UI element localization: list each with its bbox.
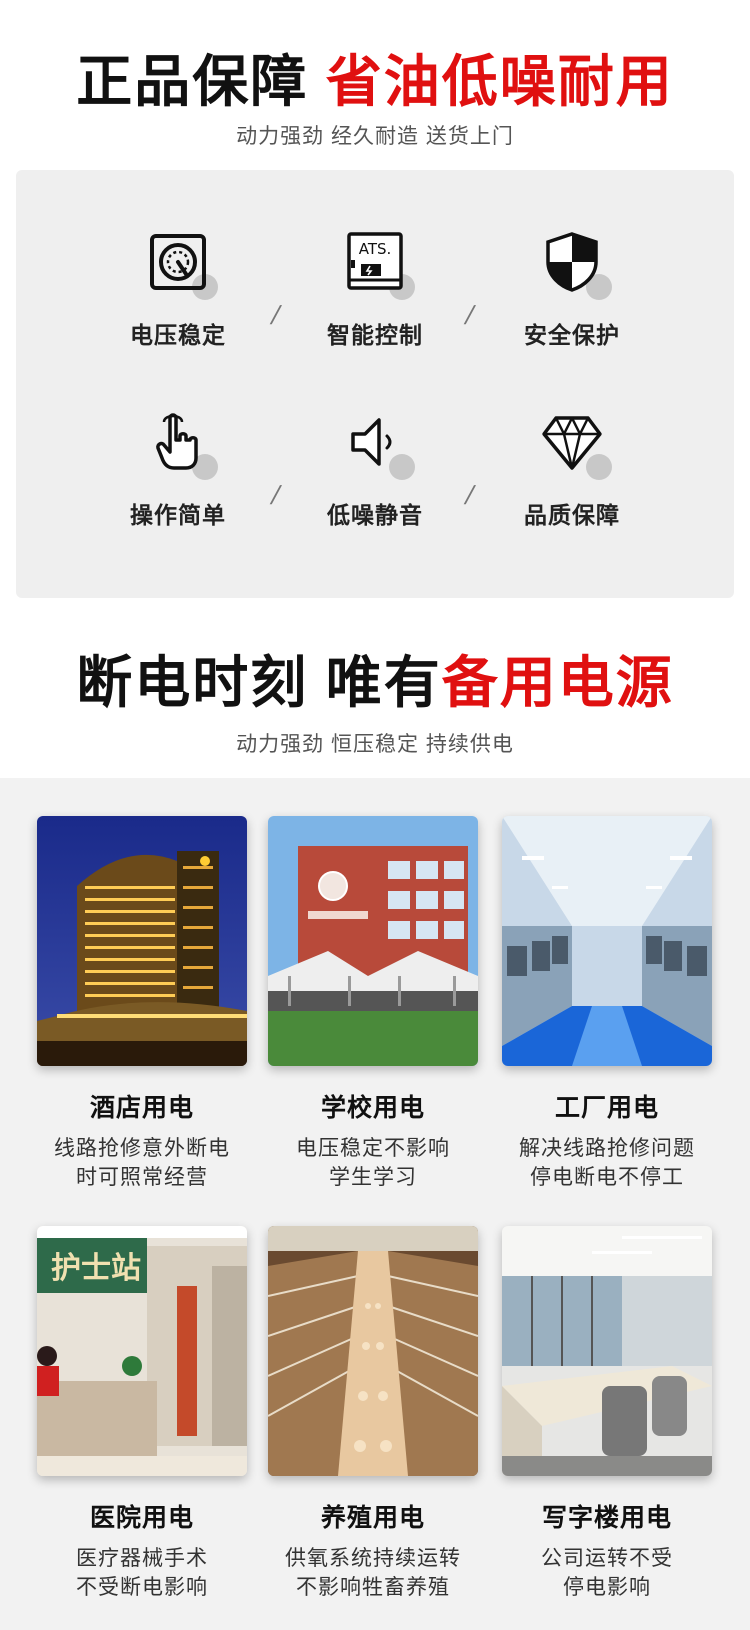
scene-hotel: 酒店用电 线路抢修意外断电 时可照常经营 — [37, 816, 247, 1192]
office-photo — [502, 1226, 712, 1476]
feature-label: 低噪静音 — [327, 502, 423, 528]
feature-label: 电压稳定 — [130, 322, 226, 348]
scene-name: 写字楼用电 — [541, 1504, 672, 1532]
scene-desc-line: 线路抢修意外断电 — [54, 1137, 230, 1160]
scene-school: 学校用电 电压稳定不影响 学生学习 — [268, 816, 478, 1192]
section2-subtitle: 动力强劲 恒压稳定 持续供电 — [236, 733, 514, 756]
feature-safety: 安全保护 — [472, 230, 672, 350]
page: 正品保障 省油低噪耐用 动力强劲 经久耐造 送货上门 电压稳定 / ATS. 智… — [0, 0, 750, 1630]
feature-easy-operation: 操作简单 — [78, 410, 278, 530]
scene-name: 学校用电 — [320, 1094, 425, 1122]
scene-desc-line: 时可照常经营 — [76, 1166, 208, 1189]
scene-description: 电压稳定不影响 学生学习 — [268, 1134, 478, 1192]
farming-photo — [268, 1226, 478, 1476]
hotel-photo — [37, 816, 247, 1066]
scene-desc-line: 学生学习 — [329, 1166, 417, 1189]
section2-title-black: 断电时刻 唯有 — [76, 651, 442, 714]
hospital-sign-text: 护士站 — [51, 1251, 141, 1286]
section1-subtitle: 动力强劲 经久耐造 送货上门 — [236, 125, 514, 148]
scene-name: 医院用电 — [89, 1504, 194, 1532]
feature-voltage: 电压稳定 — [78, 230, 278, 350]
scene-factory: 工厂用电 解决线路抢修问题 停电断电不停工 — [502, 816, 712, 1192]
shield-icon — [540, 230, 612, 300]
diamond-icon — [540, 410, 612, 480]
scene-desc-line: 不影响牲畜养殖 — [296, 1576, 450, 1599]
feature-low-noise: 低噪静音 — [275, 410, 475, 530]
section1-title-red: 省油低噪耐用 — [325, 50, 674, 113]
scene-description: 供氧系统持续运转 不影响牲畜养殖 — [268, 1544, 478, 1602]
hand-pointer-icon — [146, 410, 218, 480]
scene-description: 公司运转不受 停电影响 — [502, 1544, 712, 1602]
scene-name: 酒店用电 — [89, 1094, 194, 1122]
feature-label: 品质保障 — [524, 502, 620, 528]
scene-desc-line: 医疗器械手术 — [76, 1547, 208, 1570]
feature-label: 安全保护 — [524, 322, 620, 348]
gauge-icon — [146, 230, 218, 300]
scene-office: 写字楼用电 公司运转不受 停电影响 — [502, 1226, 712, 1602]
scene-description: 解决线路抢修问题 停电断电不停工 — [502, 1134, 712, 1192]
scene-desc-line: 停电影响 — [563, 1576, 651, 1599]
section1-title-black: 正品保障 — [76, 50, 309, 113]
scene-desc-line: 解决线路抢修问题 — [519, 1137, 695, 1160]
ats-text: ATS. — [359, 240, 392, 258]
factory-photo — [502, 816, 712, 1066]
scene-description: 医疗器械手术 不受断电影响 — [37, 1544, 247, 1602]
scene-hospital: 护士站 医院用电 医疗器械手术 不受断电影响 — [37, 1226, 247, 1602]
ats-icon: ATS. — [343, 230, 415, 300]
school-photo — [268, 816, 478, 1066]
section1-title: 正品保障 省油低噪耐用 — [0, 44, 750, 120]
scene-desc-line: 公司运转不受 — [541, 1547, 673, 1570]
feature-quality: 品质保障 — [472, 410, 672, 530]
scene-desc-line: 不受断电影响 — [76, 1576, 208, 1599]
speaker-icon — [343, 410, 415, 480]
scene-name: 工厂用电 — [554, 1094, 659, 1122]
feature-label: 智能控制 — [327, 322, 423, 348]
scene-description: 线路抢修意外断电 时可照常经营 — [37, 1134, 247, 1192]
scene-farming: 养殖用电 供氧系统持续运转 不影响牲畜养殖 — [268, 1226, 478, 1602]
section2-title: 断电时刻 唯有备用电源 — [0, 645, 750, 721]
hospital-photo: 护士站 — [37, 1226, 247, 1476]
scene-desc-line: 电压稳定不影响 — [296, 1137, 450, 1160]
feature-smart-control: ATS. 智能控制 — [275, 230, 475, 350]
scene-name: 养殖用电 — [320, 1504, 425, 1532]
feature-card: 电压稳定 / ATS. 智能控制 / 安全保护 操作简单 / 低噪静音 / 品质… — [16, 170, 734, 598]
feature-label: 操作简单 — [130, 502, 226, 528]
section2-title-red: 备用电源 — [441, 651, 674, 714]
scene-desc-line: 停电断电不停工 — [530, 1166, 684, 1189]
scene-desc-line: 供氧系统持续运转 — [285, 1547, 461, 1570]
